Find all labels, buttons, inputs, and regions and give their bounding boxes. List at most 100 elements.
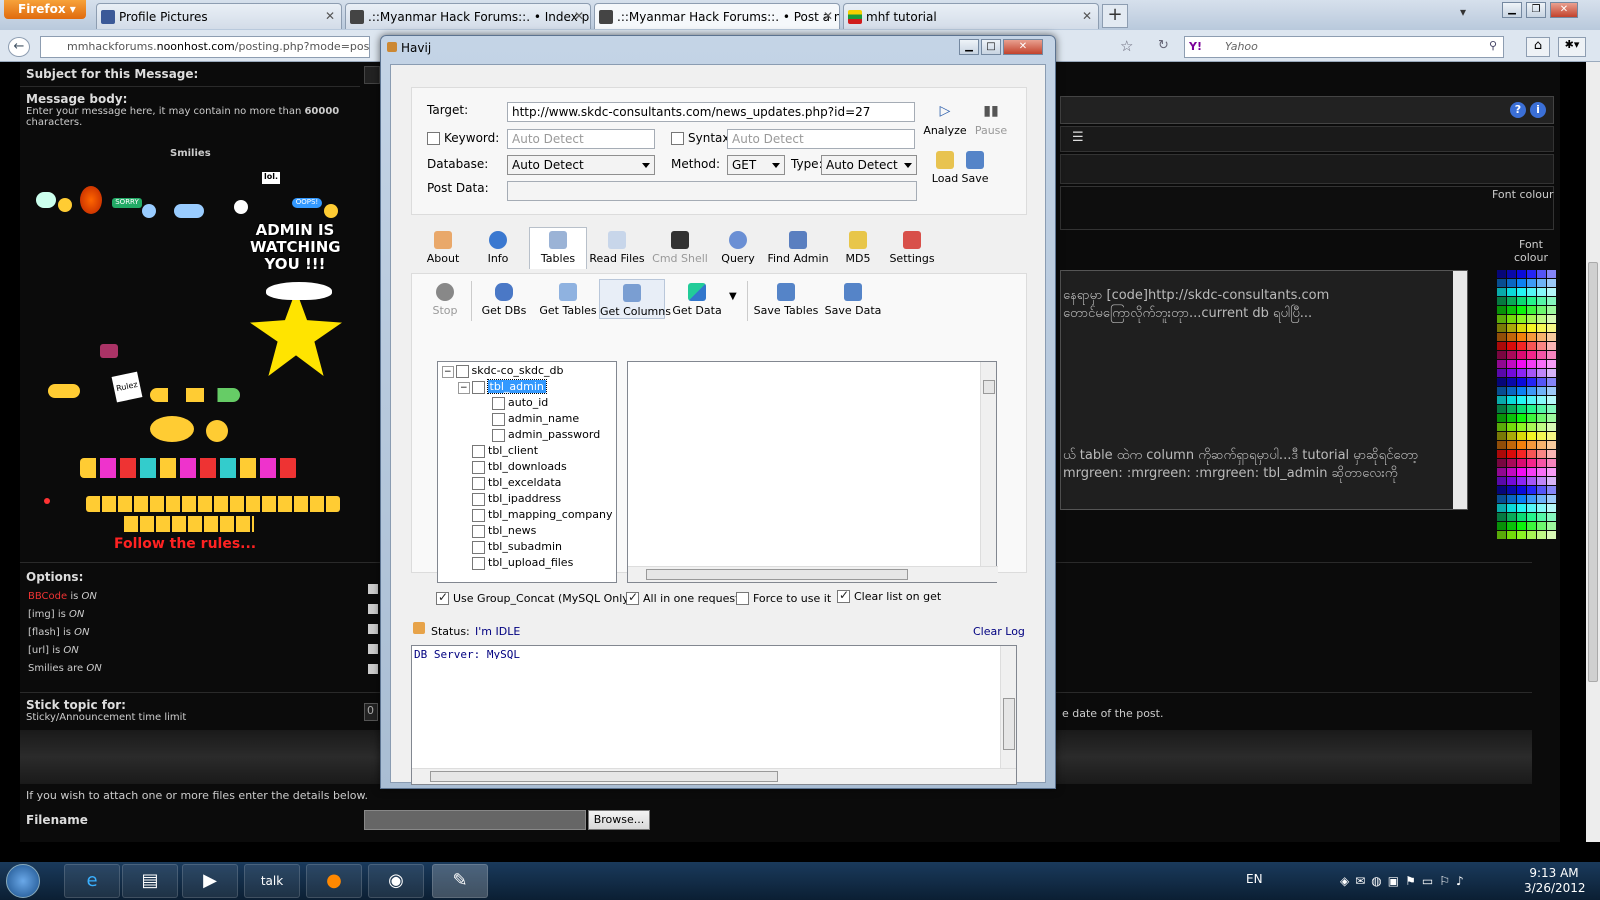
tab-tables[interactable]: Tables <box>531 231 585 265</box>
colour-swatch[interactable] <box>1527 360 1536 368</box>
message-editor[interactable]: နေရာမှာ [code]http://skdc-consultants.co… <box>1060 270 1468 510</box>
colour-swatch[interactable] <box>1537 405 1546 413</box>
start-button[interactable] <box>6 864 40 898</box>
close-tab-icon[interactable]: ✕ <box>574 9 584 23</box>
colour-swatch[interactable] <box>1497 351 1506 359</box>
colour-swatch[interactable] <box>1547 279 1556 287</box>
colour-swatch[interactable] <box>1517 504 1526 512</box>
colour-swatch[interactable] <box>1537 270 1546 278</box>
colour-swatch[interactable] <box>1527 495 1536 503</box>
subject-input[interactable] <box>364 66 380 84</box>
colour-swatch[interactable] <box>1507 504 1516 512</box>
get-dbs-button[interactable]: Get DBs <box>479 283 529 317</box>
tree-checkbox[interactable] <box>472 476 485 490</box>
colour-swatch[interactable] <box>1517 495 1526 503</box>
smiley-row-icon[interactable] <box>150 388 240 402</box>
colour-swatch[interactable] <box>1547 288 1556 296</box>
colour-swatch[interactable] <box>1517 333 1526 341</box>
book-smiley-icon[interactable] <box>100 344 118 358</box>
havij-taskbar-icon[interactable]: ✎ <box>432 864 488 898</box>
colour-swatch[interactable] <box>1537 306 1546 314</box>
tab-about[interactable]: About <box>419 231 467 265</box>
colour-swatch[interactable] <box>1507 279 1516 287</box>
smiley-icon[interactable] <box>36 192 56 208</box>
addon-icon[interactable]: ✱▾ <box>1558 37 1586 57</box>
file-input[interactable] <box>364 810 586 830</box>
tree-column-node[interactable]: admin_password <box>492 428 600 444</box>
colour-swatch[interactable] <box>1507 360 1516 368</box>
colour-swatch[interactable] <box>1497 441 1506 449</box>
colour-swatch[interactable] <box>1497 432 1506 440</box>
align-icon[interactable]: ☰ <box>1072 130 1084 145</box>
colour-swatch[interactable] <box>1547 513 1556 521</box>
colour-swatch[interactable] <box>1547 378 1556 386</box>
smiley-row-icon[interactable] <box>86 496 340 512</box>
tab-index-page[interactable]: .::Myanmar Hack Forums::. • Index page ✕ <box>345 3 591 29</box>
colour-swatch[interactable] <box>1517 423 1526 431</box>
colour-swatch[interactable] <box>1537 297 1546 305</box>
colour-swatch[interactable] <box>1507 378 1516 386</box>
colour-swatch[interactable] <box>1497 360 1506 368</box>
dancing-smileys-icon[interactable] <box>80 458 298 478</box>
syntax-input[interactable]: Auto Detect <box>727 129 915 149</box>
grid-vscrollbar[interactable] <box>980 362 996 567</box>
colour-swatch[interactable] <box>1497 333 1506 341</box>
colour-swatch[interactable] <box>1527 441 1536 449</box>
info-icon[interactable]: i <box>1530 102 1546 118</box>
type-select[interactable]: Auto Detect <box>821 155 917 175</box>
colour-swatch[interactable] <box>1527 486 1536 494</box>
colour-swatch[interactable] <box>1537 432 1546 440</box>
tree-table-node-selected[interactable]: − tbl_admin <box>458 379 547 396</box>
smiley-icon[interactable] <box>44 498 50 504</box>
colour-swatch[interactable] <box>1547 360 1556 368</box>
colour-swatch[interactable] <box>1527 369 1536 377</box>
colour-swatch[interactable] <box>1527 270 1536 278</box>
browse-button[interactable]: Browse... <box>588 810 650 830</box>
colour-swatch[interactable] <box>1517 531 1526 539</box>
colour-swatch[interactable] <box>1517 405 1526 413</box>
tree-table-node[interactable]: tbl_exceldata <box>472 476 561 492</box>
colour-swatch[interactable] <box>1517 387 1526 395</box>
tree-checkbox[interactable] <box>492 396 505 410</box>
colour-swatch[interactable] <box>1507 306 1516 314</box>
colour-swatch[interactable] <box>1497 495 1506 503</box>
colour-swatch[interactable] <box>1547 522 1556 530</box>
tree-checkbox[interactable] <box>492 428 505 442</box>
colour-swatch[interactable] <box>1517 369 1526 377</box>
colour-swatch[interactable] <box>1507 441 1516 449</box>
search-icon[interactable]: ⚲ <box>1489 39 1497 52</box>
close-tab-icon[interactable]: ✕ <box>325 9 335 23</box>
get-tables-button[interactable]: Get Tables <box>537 283 599 317</box>
colour-swatch[interactable] <box>1547 315 1556 323</box>
tree-checkbox[interactable] <box>471 380 485 394</box>
colour-swatch[interactable] <box>1537 522 1546 530</box>
url-bar[interactable]: mmhackforums.noonhost.com/posting.php?mo… <box>40 36 370 58</box>
page-scrollbar[interactable] <box>1586 62 1600 842</box>
get-data-dropdown-icon[interactable]: ▼ <box>729 291 737 302</box>
firefox-menu-button[interactable]: Firefox ▾ <box>4 0 86 19</box>
colour-swatch[interactable] <box>1517 324 1526 332</box>
tab-profile-pictures[interactable]: Profile Pictures ✕ <box>96 3 342 29</box>
colour-swatch[interactable] <box>1497 297 1506 305</box>
colour-swatch[interactable] <box>1517 288 1526 296</box>
colour-swatch[interactable] <box>1507 369 1516 377</box>
colour-swatch[interactable] <box>1517 297 1526 305</box>
colour-swatch[interactable] <box>1527 342 1536 350</box>
tree-checkbox[interactable] <box>472 540 485 554</box>
colour-swatch[interactable] <box>1507 495 1516 503</box>
colour-swatch[interactable] <box>1507 486 1516 494</box>
syntax-checkbox[interactable] <box>671 132 684 145</box>
colour-swatch[interactable] <box>1517 306 1526 314</box>
colour-swatch[interactable] <box>1517 360 1526 368</box>
colour-swatch[interactable] <box>1537 450 1546 458</box>
havij-close-button[interactable]: ✕ <box>1003 39 1043 55</box>
smiley-icon[interactable] <box>234 200 248 214</box>
colour-swatch[interactable] <box>1507 396 1516 404</box>
colour-swatch[interactable] <box>1497 504 1506 512</box>
colour-swatch[interactable] <box>1547 531 1556 539</box>
tray-icons[interactable]: ◈✉◍▣⚑▭⚐♪ <box>1340 874 1470 888</box>
colour-swatch[interactable] <box>1517 459 1526 467</box>
tab-info[interactable]: Info <box>473 231 523 265</box>
method-select[interactable]: GET <box>727 155 785 175</box>
tab-md5[interactable]: MD5 <box>835 231 881 265</box>
